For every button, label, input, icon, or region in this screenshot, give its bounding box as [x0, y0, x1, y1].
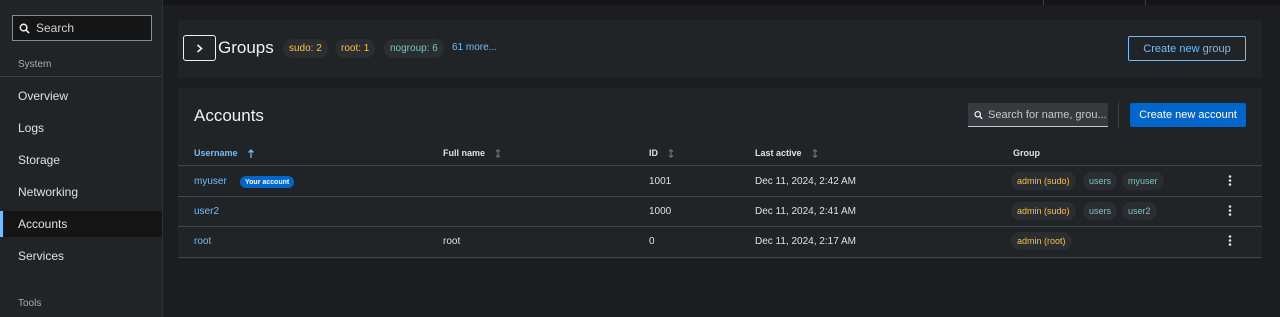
- group-chip: admin (sudo): [1011, 172, 1076, 190]
- create-new-group-button[interactable]: Create new group: [1128, 36, 1246, 61]
- column-header-group: Group: [1013, 148, 1040, 158]
- groups-card: Groups sudo: 2 root: 1 nogroup: 6 61 mor…: [178, 20, 1262, 78]
- group-chip-sudo: sudo: 2: [283, 39, 328, 58]
- row-divider: [178, 257, 1262, 258]
- kebab-menu-icon[interactable]: [1228, 235, 1232, 246]
- column-header-label: Group: [1013, 148, 1040, 158]
- sidebar: System Overview Logs Storage Networking …: [0, 0, 163, 317]
- last-active-cell: Dec 11, 2024, 2:42 AM: [755, 176, 856, 187]
- sidebar-item-networking[interactable]: Networking: [0, 179, 162, 205]
- toolbar-separator: [1118, 101, 1119, 129]
- header-divider: [178, 165, 1262, 166]
- column-header-last-active[interactable]: Last active: [755, 148, 818, 158]
- group-chip: myuser: [1122, 172, 1164, 190]
- sidebar-search-input[interactable]: [36, 21, 146, 35]
- full-name-cell: root: [443, 236, 461, 247]
- sort-ascending-icon: [247, 148, 254, 158]
- groups-title: Groups: [218, 38, 274, 57]
- group-chip: admin (root): [1011, 232, 1072, 250]
- id-cell: 1001: [649, 176, 672, 187]
- your-account-badge: Your account: [240, 176, 295, 188]
- group-chip: users: [1083, 202, 1118, 220]
- column-header-username[interactable]: Username: [194, 148, 254, 158]
- sidebar-search[interactable]: [12, 15, 152, 41]
- id-cell: 0: [649, 236, 655, 247]
- group-chip-root: root: 1: [335, 39, 376, 58]
- group-chip-nogroup: nogroup: 6: [384, 39, 444, 58]
- column-header-label: Full name: [443, 148, 486, 158]
- sidebar-divider: [0, 76, 162, 77]
- sidebar-item-storage[interactable]: Storage: [0, 147, 162, 173]
- section-label-tools: Tools: [18, 298, 42, 309]
- accounts-search-input[interactable]: [988, 108, 1108, 121]
- column-header-label: Last active: [755, 148, 802, 158]
- username-link[interactable]: myuser: [194, 176, 227, 187]
- sidebar-item-accounts[interactable]: Accounts: [0, 211, 162, 237]
- sort-icon: [668, 148, 674, 158]
- expand-groups-button[interactable]: [183, 35, 216, 61]
- sidebar-item-services[interactable]: Services: [0, 243, 162, 269]
- column-header-label: Username: [194, 148, 238, 158]
- sort-icon: [812, 148, 817, 158]
- group-chip: admin (sudo): [1011, 202, 1076, 220]
- column-header-id[interactable]: ID: [649, 148, 674, 158]
- top-bar: [163, 0, 1280, 5]
- last-active-cell: Dec 11, 2024, 2:41 AM: [755, 206, 856, 217]
- top-bar-divider: [1043, 0, 1044, 5]
- chevron-right-icon: [196, 43, 203, 53]
- id-cell: 1000: [649, 206, 672, 217]
- kebab-menu-icon[interactable]: [1228, 175, 1232, 186]
- column-header-full-name[interactable]: Full name: [443, 148, 501, 158]
- accounts-search[interactable]: [968, 103, 1108, 127]
- create-new-account-button[interactable]: Create new account: [1130, 103, 1246, 127]
- username-link[interactable]: user2: [194, 206, 219, 217]
- section-label-system: System: [18, 59, 52, 70]
- kebab-menu-icon[interactable]: [1228, 205, 1232, 216]
- group-chip: users: [1083, 172, 1118, 190]
- row-divider: [178, 196, 1262, 197]
- search-icon: [974, 110, 983, 119]
- column-header-label: ID: [649, 148, 658, 158]
- accounts-title: Accounts: [194, 106, 264, 125]
- accounts-card: Accounts Create new account Username Ful…: [178, 88, 1262, 259]
- sort-icon: [495, 148, 501, 158]
- row-divider: [178, 226, 1262, 227]
- last-active-cell: Dec 11, 2024, 2:17 AM: [755, 236, 856, 247]
- username-link[interactable]: root: [194, 236, 211, 247]
- top-bar-divider: [1145, 0, 1146, 5]
- more-groups-link[interactable]: 61 more...: [452, 42, 497, 53]
- group-chip: user2: [1122, 202, 1157, 220]
- sidebar-item-logs[interactable]: Logs: [0, 115, 162, 141]
- sidebar-item-overview[interactable]: Overview: [0, 83, 162, 109]
- search-icon: [19, 23, 30, 34]
